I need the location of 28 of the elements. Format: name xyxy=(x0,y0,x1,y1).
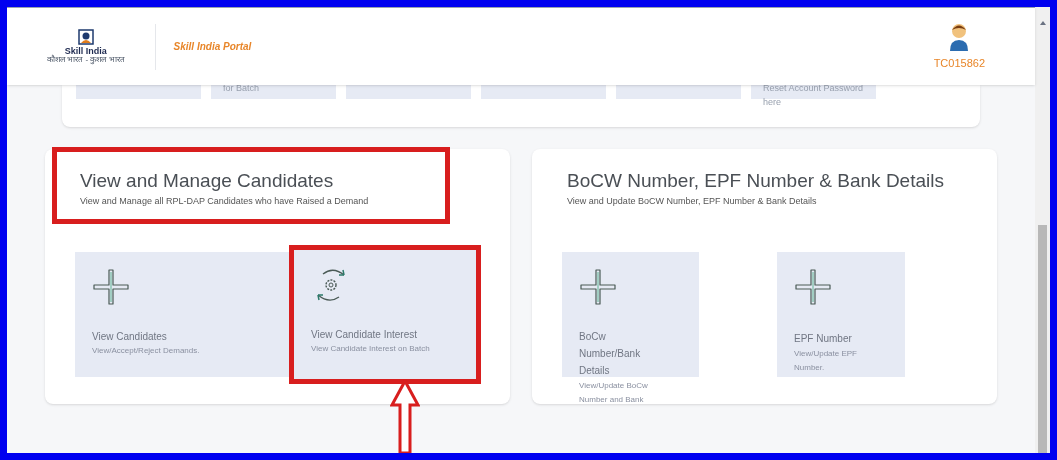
highlighted-tile[interactable]: View Candidate Interest View Candidate Interest on Batch xyxy=(289,244,481,384)
section-title: BoCW Number, EPF Number & Bank Details xyxy=(567,169,944,193)
scrollbar-thumb[interactable] xyxy=(1038,225,1047,453)
logo-text: Skill India xyxy=(64,47,107,56)
plus-icon xyxy=(794,267,832,306)
tile-description: View/Accept/Reject Demands. xyxy=(92,344,201,357)
scroll-up-icon[interactable] xyxy=(1039,21,1046,25)
tile-text: for Batch xyxy=(223,82,261,95)
tile-text: Reset Account Password here xyxy=(763,82,865,109)
tile-title: View Candidate Interest xyxy=(311,327,418,342)
portal-title: Skill India Portal xyxy=(173,40,252,54)
avatar-icon[interactable] xyxy=(948,21,971,52)
tile-title: View Candidates xyxy=(92,329,168,344)
tile-title: EPF Number xyxy=(794,331,853,346)
scrollbar[interactable] xyxy=(1035,7,1050,453)
section-subtitle: View and Update BoCW Number, EPF Number & Bank Details xyxy=(567,195,818,208)
tile-description: View Candidate Interest on Batch xyxy=(311,342,431,355)
logo-emblem-icon xyxy=(77,29,94,45)
tile-description: View/Update BoCw Number and Bank xyxy=(579,379,649,406)
section-title: View and Manage Candidates xyxy=(80,169,335,193)
menu-tile[interactable]: EPF Number View/Update EPF Number. xyxy=(777,251,905,377)
tile-title: BoCw Number/Bank Details xyxy=(579,329,642,378)
menu-tile[interactable]: View Candidates View/Accept/Reject Demands. xyxy=(75,251,289,377)
plus-icon xyxy=(579,267,617,306)
plus-icon xyxy=(92,267,130,306)
section-subtitle: View and Manage all RPL-DAP Candidates who have Raised a Demand xyxy=(80,195,370,208)
tile-description: View/Update EPF Number. xyxy=(794,347,858,374)
user-id: TC015862 xyxy=(933,56,985,72)
